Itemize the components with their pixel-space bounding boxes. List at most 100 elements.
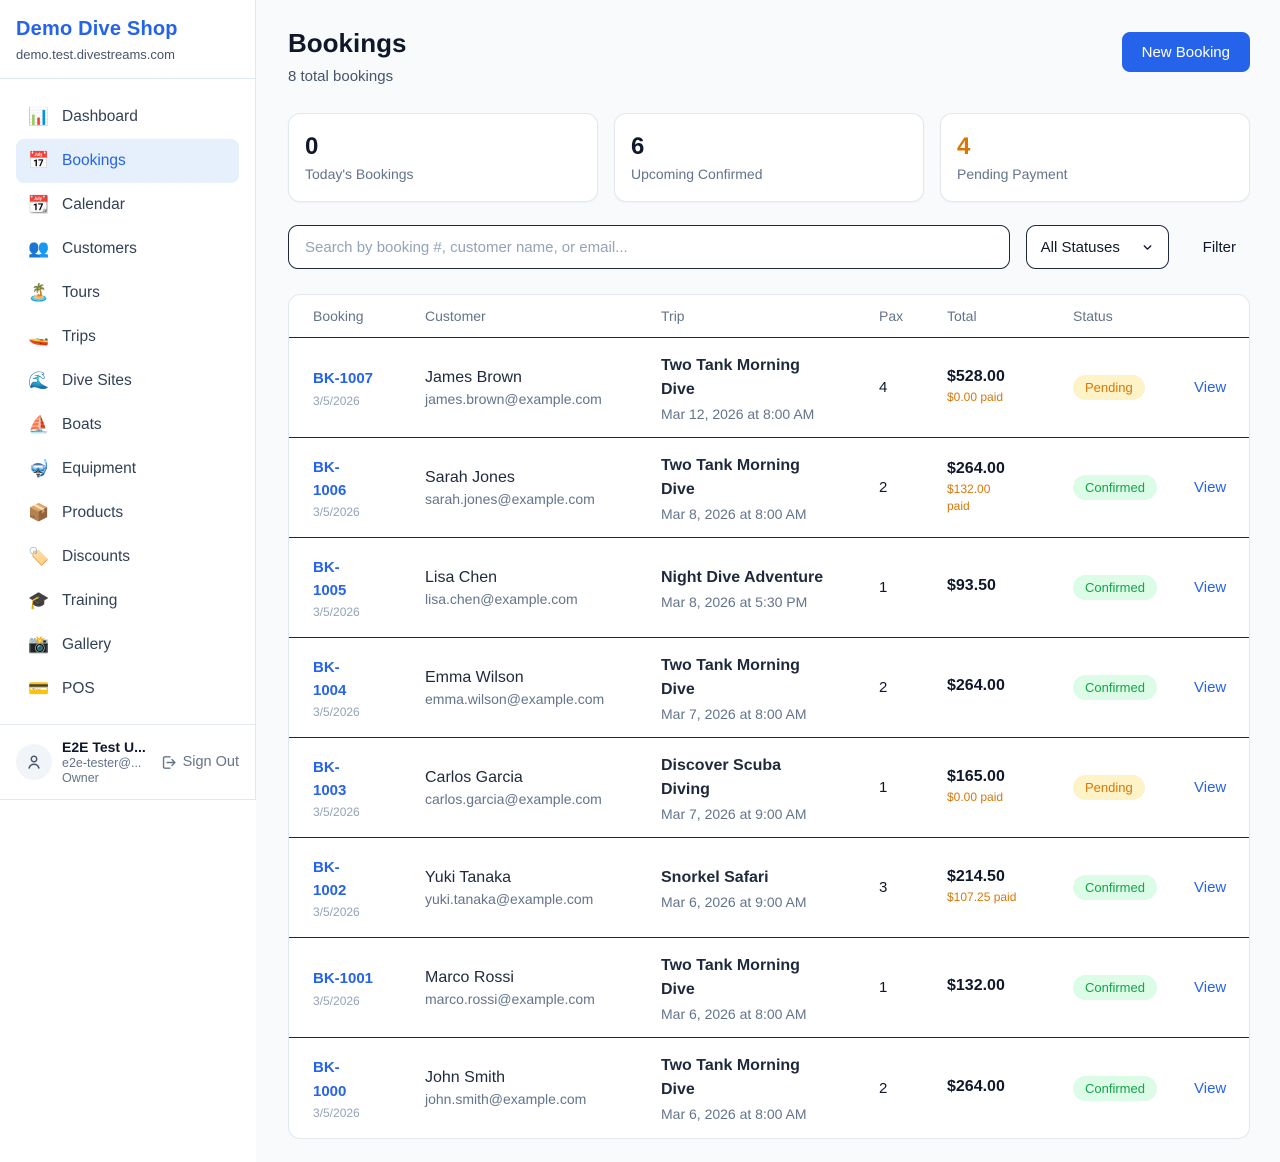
- booking-id-line1: BK-: [313, 756, 413, 779]
- total-amount: $528.00: [947, 368, 1061, 386]
- sidebar-item-label: Discounts: [62, 548, 130, 566]
- new-booking-button[interactable]: New Booking: [1122, 32, 1250, 72]
- status-cell: Confirmed: [1073, 875, 1194, 900]
- sidebar-item-equipment[interactable]: 🤿 Equipment: [16, 447, 239, 491]
- trip-name-line1: Night Dive Adventure: [661, 566, 867, 590]
- status-cell: Pending: [1073, 375, 1194, 400]
- sign-out-label: Sign Out: [183, 754, 239, 770]
- trip-name-line1: Snorkel Safari: [661, 866, 867, 890]
- customer-email: sarah.jones@example.com: [425, 491, 649, 507]
- view-link[interactable]: View: [1194, 379, 1249, 396]
- products-icon: 📦: [28, 503, 50, 523]
- total-amount: $264.00: [947, 1078, 1061, 1096]
- status-select[interactable]: All Statuses: [1026, 225, 1169, 269]
- booking-id-link[interactable]: BK- 1004: [313, 656, 413, 703]
- calendar-icon: 📆: [28, 195, 50, 215]
- status-select-wrap: All Statuses: [1026, 225, 1169, 269]
- booking-date: 3/5/2026: [313, 905, 413, 919]
- sidebar-item-tours[interactable]: 🏝️ Tours: [16, 271, 239, 315]
- stat-label: Today's Bookings: [305, 166, 581, 182]
- booking-cell: BK- 1000 3/5/2026: [313, 1056, 425, 1120]
- booking-id-link[interactable]: BK- 1005: [313, 556, 413, 603]
- status-cell: Confirmed: [1073, 1076, 1194, 1101]
- sidebar-item-discounts[interactable]: 🏷️ Discounts: [16, 535, 239, 579]
- customer-name: John Smith: [425, 1069, 649, 1087]
- booking-id-line2: 1005: [313, 579, 413, 602]
- table-header-row: Booking Customer Trip Pax Total Status: [289, 295, 1249, 338]
- training-icon: 🎓: [28, 591, 50, 611]
- booking-id-line2: 1003: [313, 779, 413, 802]
- booking-id-line1: BK-: [313, 1056, 413, 1079]
- sidebar-item-customers[interactable]: 👥 Customers: [16, 227, 239, 271]
- status-cell: Confirmed: [1073, 475, 1194, 500]
- trip-datetime: Mar 6, 2026 at 8:00 AM: [661, 1006, 867, 1022]
- booking-id-link[interactable]: BK- 1002: [313, 856, 413, 903]
- sidebar-item-label: Equipment: [62, 460, 136, 478]
- pax-value: 1: [879, 779, 947, 796]
- sidebar-item-label: Gallery: [62, 636, 111, 654]
- view-link[interactable]: View: [1194, 879, 1249, 896]
- view-link[interactable]: View: [1194, 479, 1249, 496]
- customer-email: john.smith@example.com: [425, 1091, 649, 1107]
- trip-cell: Two Tank Morning Dive Mar 6, 2026 at 8:0…: [661, 954, 879, 1022]
- booking-date: 3/5/2026: [313, 605, 413, 619]
- sidebar-item-products[interactable]: 📦 Products: [16, 491, 239, 535]
- sidebar-item-calendar[interactable]: 📆 Calendar: [16, 183, 239, 227]
- table-row: BK-1007 3/5/2026 James Brown james.brown…: [289, 338, 1249, 438]
- booking-id-link[interactable]: BK-1001: [313, 967, 413, 990]
- sidebar-item-bookings[interactable]: 📅 Bookings: [16, 139, 239, 183]
- view-link[interactable]: View: [1194, 979, 1249, 996]
- user-role: Owner: [62, 771, 150, 785]
- trip-name-line2: Diving: [661, 778, 867, 802]
- sidebar-item-label: Products: [62, 504, 123, 522]
- sidebar-item-boats[interactable]: ⛵ Boats: [16, 403, 239, 447]
- trip-name: Discover Scuba Diving: [661, 754, 867, 802]
- sidebar-item-training[interactable]: 🎓 Training: [16, 579, 239, 623]
- customer-cell: Yuki Tanaka yuki.tanaka@example.com: [425, 869, 661, 907]
- booking-date: 3/5/2026: [313, 805, 413, 819]
- bookings-table: Booking Customer Trip Pax Total Status B…: [288, 294, 1250, 1139]
- booking-id-link[interactable]: BK- 1006: [313, 456, 413, 503]
- sign-out-button[interactable]: Sign Out: [160, 754, 239, 771]
- status-badge: Confirmed: [1073, 975, 1157, 1000]
- page-title: Bookings: [288, 28, 406, 59]
- trip-name: Night Dive Adventure: [661, 566, 867, 590]
- customer-name: Yuki Tanaka: [425, 869, 649, 887]
- paid-amount: $132.00 paid: [947, 481, 1061, 516]
- sidebar-item-dive-sites[interactable]: 🌊 Dive Sites: [16, 359, 239, 403]
- paid-amount: $0.00 paid: [947, 389, 1061, 406]
- dive-sites-icon: 🌊: [28, 371, 50, 391]
- booking-id-link[interactable]: BK- 1003: [313, 756, 413, 803]
- booking-id-link[interactable]: BK- 1000: [313, 1056, 413, 1103]
- view-link[interactable]: View: [1194, 1080, 1249, 1097]
- view-link[interactable]: View: [1194, 679, 1249, 696]
- page-subtitle: 8 total bookings: [288, 68, 406, 85]
- sidebar-item-gallery[interactable]: 📸 Gallery: [16, 623, 239, 667]
- view-link[interactable]: View: [1194, 779, 1249, 796]
- trip-datetime: Mar 7, 2026 at 8:00 AM: [661, 706, 867, 722]
- sidebar-item-label: Boats: [62, 416, 102, 434]
- user-footer: E2E Test U... e2e-tester@... Owner Sign …: [0, 724, 255, 799]
- sidebar-item-label: Training: [62, 592, 117, 610]
- status-badge: Pending: [1073, 775, 1145, 800]
- trip-name: Two Tank Morning Dive: [661, 354, 867, 402]
- sidebar-item-trips[interactable]: 🚤 Trips: [16, 315, 239, 359]
- tours-icon: 🏝️: [28, 283, 50, 303]
- customer-name: Carlos Garcia: [425, 769, 649, 787]
- sidebar-item-label: Customers: [62, 240, 137, 258]
- trip-name-line2: Dive: [661, 378, 867, 402]
- sidebar-item-dashboard[interactable]: 📊 Dashboard: [16, 95, 239, 139]
- filter-button[interactable]: Filter: [1203, 239, 1236, 256]
- page-header: Bookings 8 total bookings New Booking: [288, 28, 1250, 85]
- view-link[interactable]: View: [1194, 579, 1249, 596]
- sidebar-item-label: Dashboard: [62, 108, 138, 126]
- trip-name-line2: Dive: [661, 678, 867, 702]
- search-input[interactable]: [288, 225, 1010, 269]
- user-meta: E2E Test U... e2e-tester@... Owner: [62, 739, 150, 785]
- booking-id-link[interactable]: BK-1007: [313, 367, 413, 390]
- sidebar-item-label: Dive Sites: [62, 372, 132, 390]
- pax-value: 4: [879, 379, 947, 396]
- total-amount: $264.00: [947, 460, 1061, 478]
- sidebar-item-pos[interactable]: 💳 POS: [16, 667, 239, 711]
- booking-id-line1: BK-: [313, 656, 413, 679]
